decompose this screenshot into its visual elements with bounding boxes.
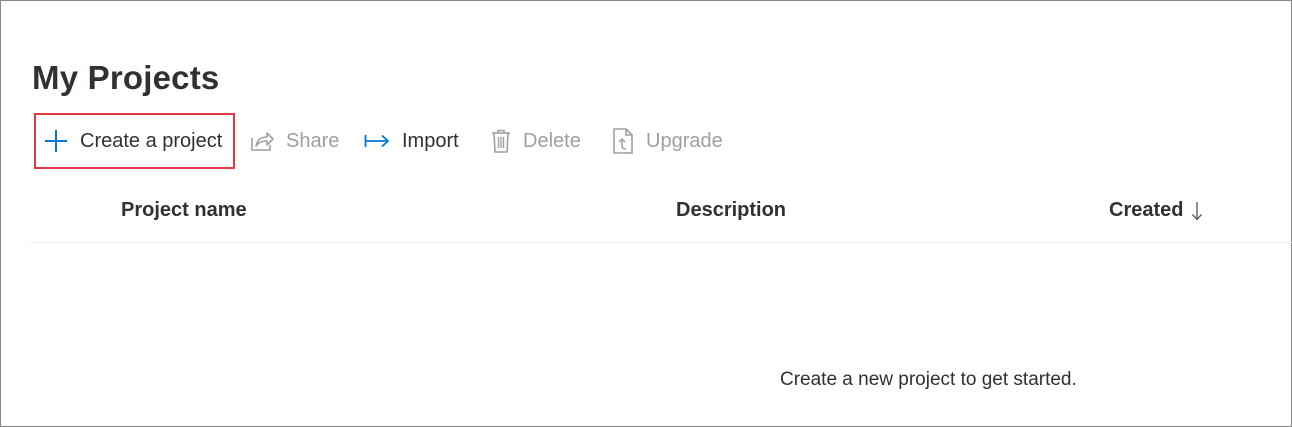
column-header-description[interactable]: Description (676, 199, 786, 222)
create-project-label: Create a project (80, 129, 223, 152)
column-header-created[interactable]: Created (1109, 199, 1203, 222)
app-window: My Projects Create a project Share Impor… (0, 0, 1292, 427)
sort-descending-icon (1191, 201, 1203, 221)
create-project-button[interactable]: Create a project (34, 113, 235, 169)
upgrade-button[interactable]: Upgrade (612, 113, 723, 169)
upgrade-label: Upgrade (646, 129, 723, 152)
column-header-project-name[interactable]: Project name (121, 199, 247, 222)
import-arrow-icon (364, 133, 390, 149)
share-icon (250, 130, 274, 152)
upgrade-file-icon (612, 128, 634, 154)
delete-label: Delete (523, 129, 581, 152)
column-header-created-label: Created (1109, 199, 1184, 221)
share-button[interactable]: Share (250, 113, 339, 169)
trash-icon (491, 129, 511, 153)
share-label: Share (286, 129, 340, 152)
import-button[interactable]: Import (364, 113, 459, 169)
page-title: My Projects (32, 59, 220, 96)
plus-icon (44, 129, 68, 153)
delete-button[interactable]: Delete (491, 113, 581, 169)
empty-state-message: Create a new project to get started. (780, 369, 1077, 390)
table-header-row: Project name Description Created (31, 187, 1292, 243)
import-label: Import (402, 129, 459, 152)
